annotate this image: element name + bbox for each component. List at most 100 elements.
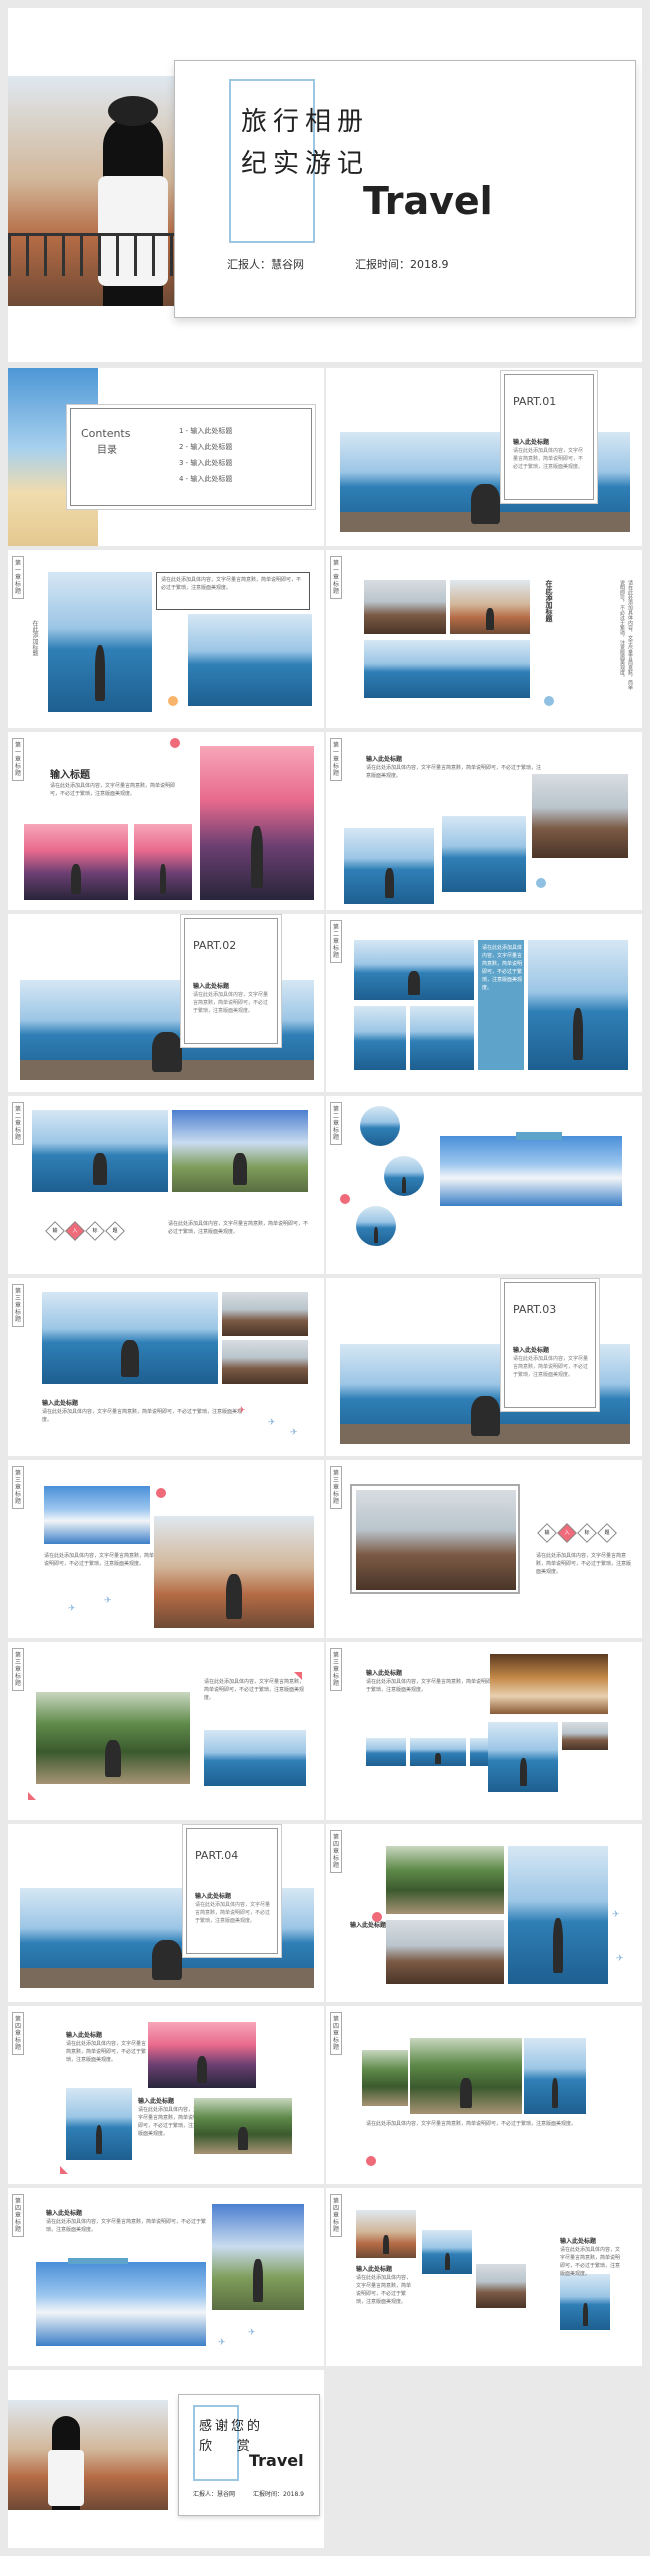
section-label: 第二章标题 <box>12 1102 24 1145</box>
rock-sea-photo <box>532 774 628 858</box>
part-desc: 请在此处添加具体内容，文字尽量言简意赅，简单说明即可，不必过于繁琐，注意版面美观… <box>195 1902 271 1924</box>
paper-plane-icon: ✈ <box>68 1604 76 1614</box>
paper-plane-icon: ✈ <box>290 1428 298 1438</box>
section-label: 第三章标题 <box>12 1284 24 1327</box>
part2-slide[interactable]: PART.02 输入此处标题 请在此处添加具体内容，文字尽量言简意赅，简单说明即… <box>8 914 324 1092</box>
body-text: 请在此处添加具体内容，文字尽量言简意赅，简单说明即可，不必过于繁琐，注意版面美观… <box>366 765 542 779</box>
slide-ch3-d[interactable]: 第三章标题 请在此处添加具体内容，文字尽量言简意赅，简单说明即可，不必过于繁琐，… <box>8 1642 324 1820</box>
kayak-photo <box>148 2022 256 2088</box>
small-heading: 输入此处标题 <box>46 2210 83 2217</box>
body-text: 请在此处添加具体内容，文字尽量言简意赅，简单说明即可，不必过于繁琐，注意版面美观… <box>66 2041 147 2063</box>
slide-ch2-a[interactable]: 第二章标题 请在此处添加具体内容，文字尽量言简意赅，简单说明即可，不必过于繁琐，… <box>326 914 642 1092</box>
hat-girl-photo <box>42 1292 218 1384</box>
section-label: 第四章标题 <box>330 1830 342 1873</box>
corner-accent <box>60 2166 68 2174</box>
part-number: PART.03 <box>513 1303 557 1316</box>
field-photo <box>212 2204 304 2310</box>
small-heading: 输入此处标题 <box>138 2098 175 2105</box>
heading: 输入标题 <box>50 770 90 781</box>
slide-ch3-e[interactable]: 第三章标题 输入此处标题 请在此处添加具体内容，文字尽量言简意赅，简单说明即可，… <box>326 1642 642 1820</box>
slide-ch4-a[interactable]: 第四章标题 输入此处标题 ✈ ✈ <box>326 1824 642 2002</box>
part-subtitle: 输入此处标题 <box>513 1347 550 1354</box>
section-label: 第二章标题 <box>330 1102 342 1145</box>
circle-photo <box>384 1156 424 1196</box>
part-card: PART.03 输入此处标题 请在此处添加具体内容，文字尽量言简意赅，简单说明即… <box>504 1282 596 1408</box>
cover-title-1: 旅行相册 <box>241 107 370 137</box>
section-label: 第四章标题 <box>12 2194 24 2237</box>
contents-title-cn: 目录 <box>97 445 117 456</box>
girl-photo <box>524 2038 586 2114</box>
small-heading: 输入此处标题 <box>350 1922 387 1929</box>
thanks-line1: 感谢您的 <box>199 2419 264 2434</box>
bench-photo <box>344 828 434 904</box>
section-label: 第三章标题 <box>12 1466 24 1509</box>
walk-photo <box>188 614 312 706</box>
pier-girl-photo <box>354 940 474 1000</box>
slide-ch1-d[interactable]: 第一章标题 输入此处标题 请在此处添加具体内容，文字尽量言简意赅，简单说明即可，… <box>326 732 642 910</box>
contents-item[interactable]: 4 - 输入此处标题 <box>179 471 232 487</box>
body-text: 请在此处添加具体内容，文字尽量言简意赅，简单说明即可，不必过于繁琐，注意版面美观… <box>138 2107 199 2137</box>
small-heading: 输入此处标题 <box>42 1400 79 1407</box>
hat-town-photo <box>154 1516 314 1628</box>
corner-accent <box>28 1792 36 1800</box>
slide-ch1-b[interactable]: 第一章标题 在此添加标题 请在此处添加具体内容，文字尽量言简意赅，简单说明即可，… <box>326 550 642 728</box>
cover-travel: Travel <box>363 179 493 223</box>
body-text: 请在此处添加具体内容，文字尽量言简意赅，简单说明即可，不必过于繁琐，注意版面美观… <box>50 783 176 797</box>
part-card: PART.02 输入此处标题 请在此处添加具体内容，文字尽量言简意赅，简单说明即… <box>184 918 278 1044</box>
white-town-photo <box>36 2262 206 2346</box>
diamond-char: 标 <box>577 1523 597 1543</box>
bench-photo <box>354 1006 406 1070</box>
slide-ch3-b[interactable]: 第三章标题 请在此处添加具体内容，文字尽量言简意赅，简单说明即可，不必过于繁琐，… <box>8 1460 324 1638</box>
forest-photo <box>362 2050 408 2106</box>
part3-slide[interactable]: PART.03 输入此处标题 请在此处添加具体内容，文字尽量言简意赅，简单说明即… <box>326 1278 642 1456</box>
part-number: PART.04 <box>195 1849 239 1862</box>
diamond-char: 标 <box>85 1221 105 1241</box>
small-heading: 输入此处标题 <box>560 2238 597 2245</box>
part-subtitle: 输入此处标题 <box>513 439 550 446</box>
flower-icon <box>340 1194 350 1204</box>
part4-slide[interactable]: PART.04 输入此处标题 请在此处添加具体内容，文字尽量言简意赅，简单说明即… <box>8 1824 324 2002</box>
paper-plane-icon: ✈ <box>268 1418 276 1428</box>
slide-ch4-c[interactable]: 第四章标题 请在此处添加具体内容，文字尽量言简意赅，简单说明即可，不必过于繁琐，… <box>326 2006 642 2184</box>
contents-slide[interactable]: Contents 目录 1 - 输入此处标题 2 - 输入此处标题 3 - 输入… <box>8 368 324 546</box>
slide-ch1-c[interactable]: 第一章标题 输入标题 请在此处添加具体内容，文字尽量言简意赅，简单说明即可，不必… <box>8 732 324 910</box>
part1-slide[interactable]: PART.01 输入此处标题 请在此处添加具体内容，文字尽量言简意赅，简单说明即… <box>326 368 642 546</box>
forest-path-photo <box>36 1692 190 1784</box>
accent-bar <box>516 1132 562 1140</box>
bench-photo <box>508 1846 608 1984</box>
part-number: PART.01 <box>513 395 557 408</box>
section-label: 第一章标题 <box>12 738 24 781</box>
cover-date: 汇报时间：2018.9 <box>355 258 449 271</box>
accent-panel: 请在此处添加具体内容，文字尽量言简意赅，简单说明即可，不必过于繁琐，注意版面美观… <box>478 940 524 1070</box>
slide-ch3-a[interactable]: 第三章标题 输入此处标题 请在此处添加具体内容，文字尽量言简意赅，简单说明即可，… <box>8 1278 324 1456</box>
body-text: 请在此处添加具体内容，文字尽量言简意赅，简单说明即可，不必过于繁琐，注意版面美观… <box>356 2275 412 2305</box>
body-text: 请在此处添加具体内容，文字尽量言简意赅，简单说明即可，不必过于繁琐，注意版面美观… <box>42 1409 243 1423</box>
part-card: PART.04 输入此处标题 请在此处添加具体内容，文字尽量言简意赅，简单说明即… <box>186 1828 278 1954</box>
path-photo <box>410 2038 522 2114</box>
section-label: 第一章标题 <box>330 556 342 599</box>
group-photo <box>490 1654 608 1714</box>
text-box: 请在此处添加具体内容，文字尽量言简意赅，简单说明即可，不必过于繁琐，注意版面美观… <box>156 572 310 610</box>
contents-item[interactable]: 3 - 输入此处标题 <box>179 455 232 471</box>
forest-photo <box>386 1846 504 1914</box>
diamond-char: 输 <box>45 1221 65 1241</box>
slide-ch4-b[interactable]: 第四章标题 输入此处标题 请在此处添加具体内容，文字尽量言简意赅，简单说明即可，… <box>8 2006 324 2184</box>
forest-photo <box>194 2098 292 2154</box>
body-text: 请在此处添加具体内容，文字尽量言简意赅，简单说明即可，不必过于繁琐，注意版面美观… <box>536 1553 632 1575</box>
sea-photo <box>364 640 530 698</box>
section-label: 第二章标题 <box>330 920 342 963</box>
contents-title-en: Contents <box>81 427 131 440</box>
thanks-slide[interactable]: 感谢您的 欣 赏 Travel 汇报人：慧谷网 汇报时间：2018.9 <box>8 2370 324 2548</box>
slide-ch4-e[interactable]: 第四章标题 输入此处标题 请在此处添加具体内容，文字尽量言简意赅，简单说明即可，… <box>326 2188 642 2366</box>
section-label: 第一章标题 <box>12 556 24 599</box>
cover-slide[interactable]: 旅行相册 纪实游记 Travel 汇报人：慧谷网 汇报时间：2018.9 <box>8 8 642 362</box>
contents-item[interactable]: 2 - 输入此处标题 <box>179 439 232 455</box>
slide-ch1-a[interactable]: 第一章标题 请在此处添加具体内容，文字尽量言简意赅，简单说明即可，不必过于繁琐，… <box>8 550 324 728</box>
slide-ch3-c[interactable]: 第三章标题 输 入 标 题 请在此处添加具体内容，文字尽量言简意赅，简单说明即可… <box>326 1460 642 1638</box>
contents-item[interactable]: 1 - 输入此处标题 <box>179 423 232 439</box>
slide-ch2-b[interactable]: 第二章标题 请在此处添加具体内容，文字尽量言简意赅，简单说明即可，不必过于繁琐，… <box>8 1096 324 1274</box>
slide-ch2-c[interactable]: 第二章标题 <box>326 1096 642 1274</box>
part-desc: 请在此处添加具体内容，文字尽量言简意赅，简单说明即可，不必过于繁琐，注意版面美观… <box>513 1356 589 1378</box>
couple-photo <box>488 1722 558 1792</box>
slide-ch4-d[interactable]: 第四章标题 输入此处标题 请在此处添加具体内容，文字尽量言简意赅，简单说明即可，… <box>8 2188 324 2366</box>
